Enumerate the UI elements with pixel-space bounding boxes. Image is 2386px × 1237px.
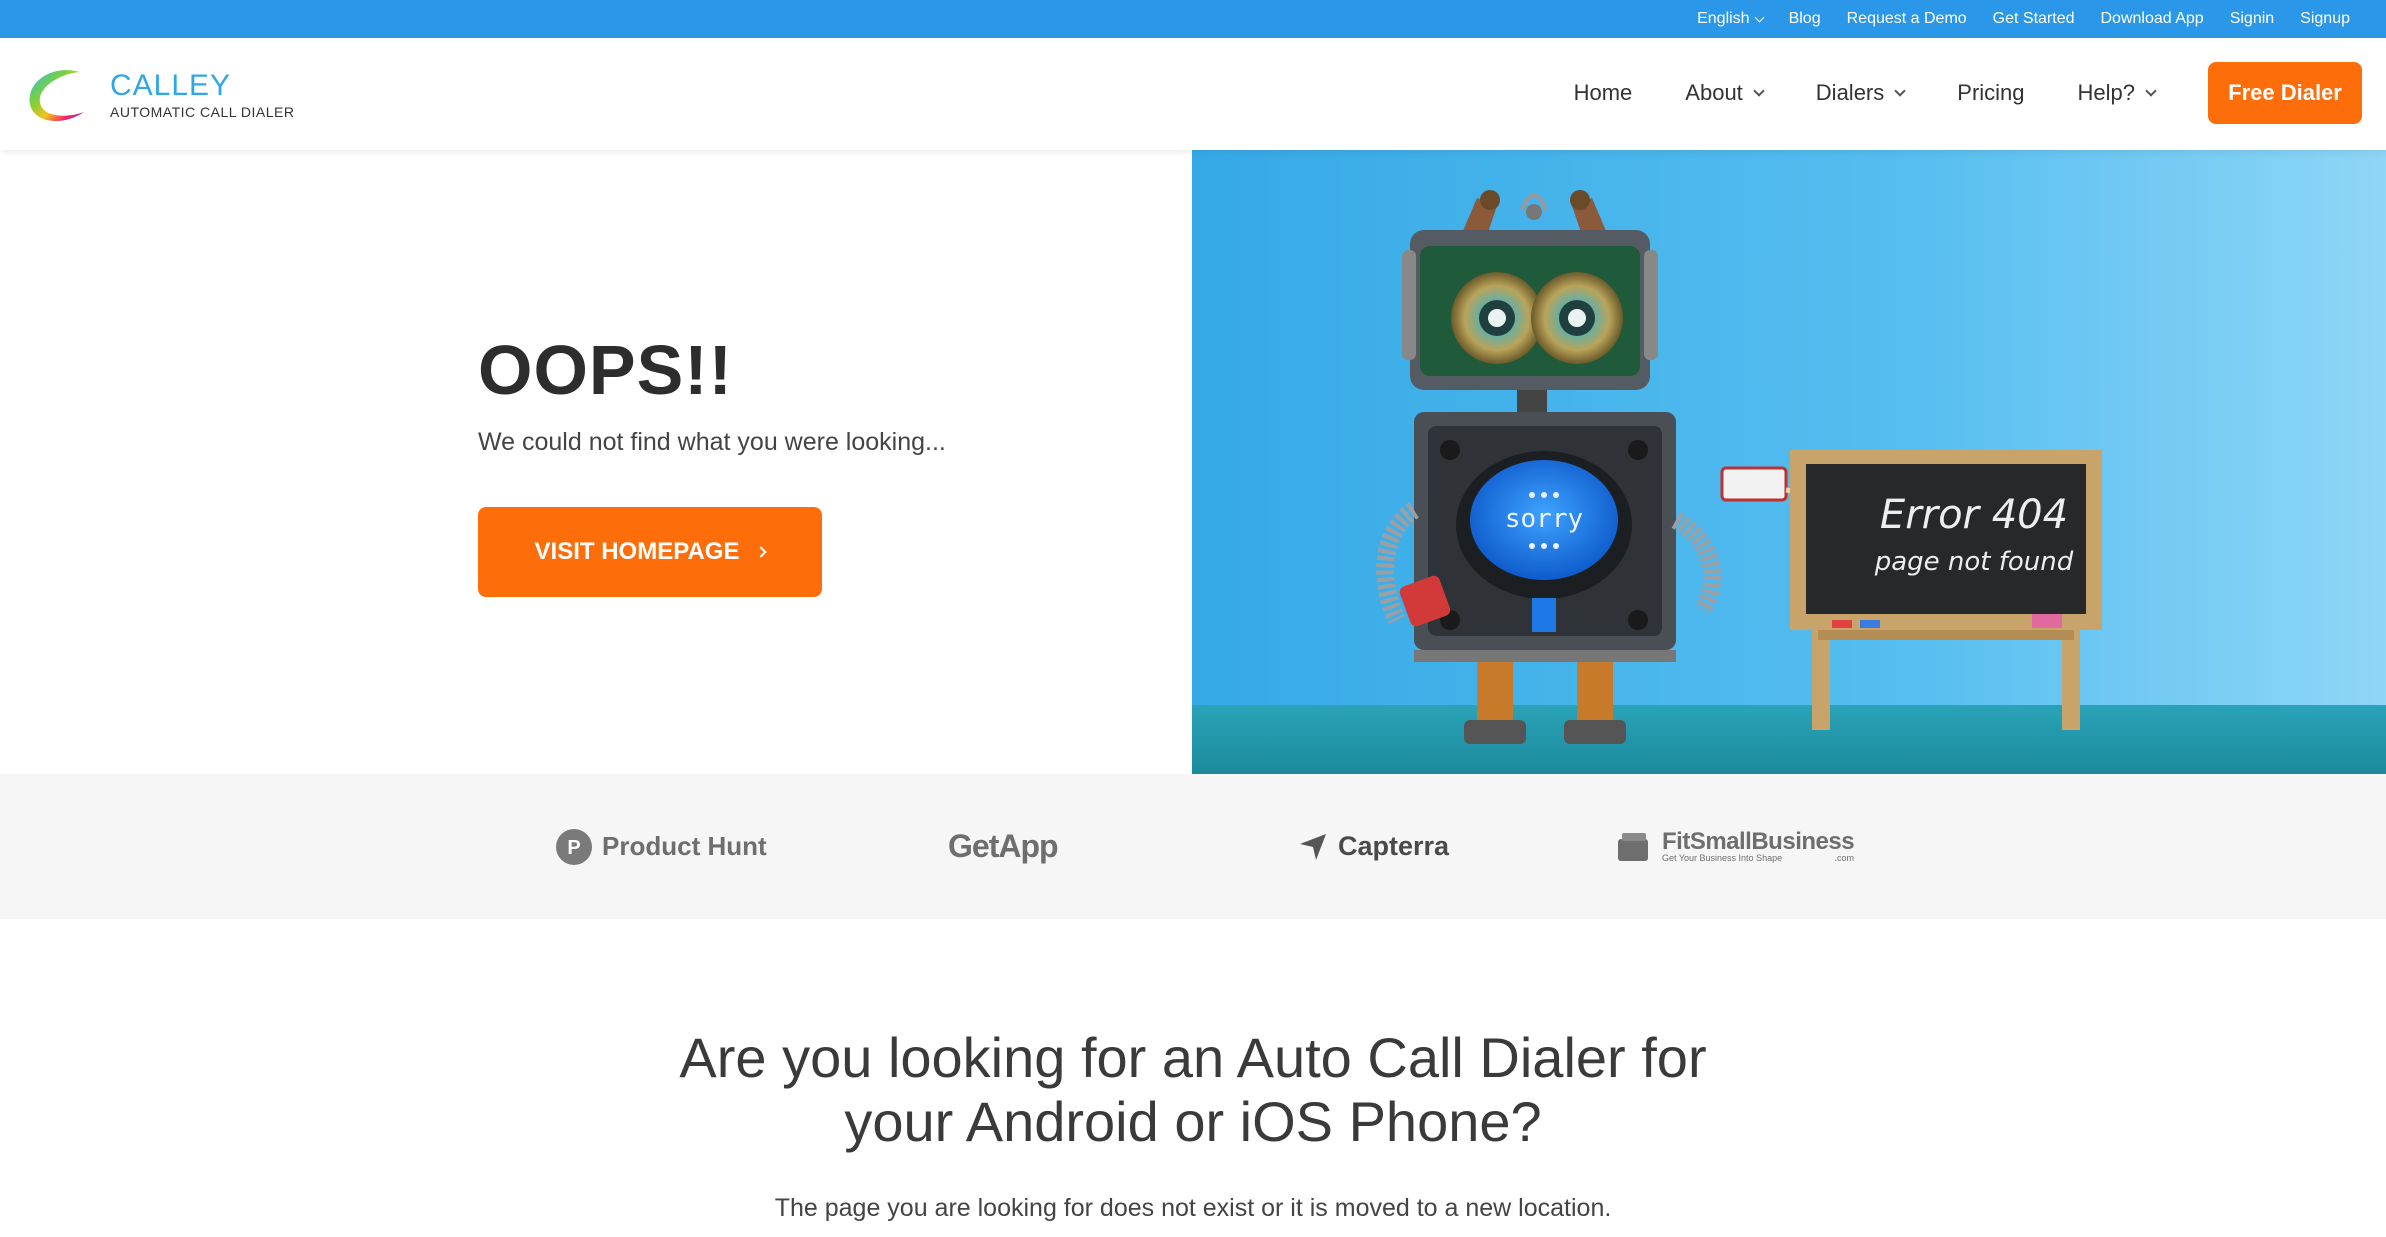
fitsmallbusiness-icon bbox=[1618, 832, 1648, 861]
nav-about[interactable]: About bbox=[1685, 80, 1765, 106]
capterra-text: Capterra bbox=[1338, 831, 1450, 861]
robot-screen-text: sorry bbox=[1505, 504, 1583, 534]
brand-tagline: AUTOMATIC CALL DIALER bbox=[110, 104, 295, 120]
error-subtitle: We could not find what you were looking.… bbox=[478, 428, 946, 456]
fitsmallbusiness-logo: FitSmallBusiness Get Your Business Into … bbox=[1616, 774, 1855, 919]
main-header: CALLEY AUTOMATIC CALL DIALER Home About … bbox=[0, 38, 2386, 150]
robot-illustration-svg: sorry Error 404 page not found bbox=[1192, 150, 2386, 774]
free-dialer-button[interactable]: Free Dialer bbox=[2208, 62, 2362, 124]
nav-pricing-label: Pricing bbox=[1957, 80, 2025, 105]
hero-section: OOPS!! We could not find what you were l… bbox=[0, 150, 1192, 774]
get-started-link[interactable]: Get Started bbox=[1993, 10, 2075, 28]
board-line2: page not found bbox=[1874, 547, 2074, 577]
robot-404-illustration: sorry Error 404 page not found bbox=[1192, 150, 2386, 774]
product-hunt-icon: P bbox=[556, 828, 592, 865]
getapp-text: GetApp bbox=[948, 828, 1059, 864]
fsb-text-group: FitSmallBusiness Get Your Business Into … bbox=[1662, 828, 1855, 863]
capterra-icon bbox=[1300, 833, 1326, 860]
top-utility-bar: English Blog Request a Demo Get Started … bbox=[0, 0, 2386, 38]
logo-text: CALLEY AUTOMATIC CALL DIALER bbox=[110, 69, 295, 121]
fsb-text: FitSmallBusiness bbox=[1662, 828, 1855, 855]
svg-text:P: P bbox=[567, 837, 580, 859]
robot-head bbox=[1402, 230, 1658, 390]
brand-name: CALLEY bbox=[110, 69, 232, 102]
robot-body: sorry bbox=[1414, 412, 1676, 662]
language-label: English bbox=[1697, 10, 1750, 27]
headline-line2: your Android or iOS Phone? bbox=[844, 1090, 1542, 1153]
nav-dialers[interactable]: Dialers bbox=[1815, 80, 1906, 106]
partner-logos-strip: P Product Hunt GetApp Capterra FitSmallB… bbox=[0, 774, 2386, 919]
chevron-down-icon bbox=[2145, 84, 2157, 97]
language-selector[interactable]: English bbox=[1697, 10, 1765, 28]
product-hunt-text: Product Hunt bbox=[602, 831, 767, 861]
headline-line1: Are you looking for an Auto Call Dialer … bbox=[679, 1026, 1707, 1089]
blog-link[interactable]: Blog bbox=[1789, 10, 1821, 28]
calley-logo[interactable]: CALLEY AUTOMATIC CALL DIALER bbox=[22, 60, 295, 130]
visit-homepage-label: VISIT HOMEPAGE bbox=[534, 538, 740, 565]
visit-homepage-button[interactable]: VISIT HOMEPAGE bbox=[478, 507, 822, 597]
nav-home-label: Home bbox=[1573, 80, 1633, 105]
nav-dialers-label: Dialers bbox=[1815, 80, 1885, 105]
fsb-domain: .com bbox=[1834, 853, 1855, 863]
signin-link[interactable]: Signin bbox=[2230, 10, 2274, 28]
chevron-down-icon bbox=[1894, 84, 1906, 97]
signup-link[interactable]: Signup bbox=[2300, 10, 2350, 28]
main-nav: Home About Dialers Pricing Help? Free Di… bbox=[1574, 62, 2362, 124]
nav-home[interactable]: Home bbox=[1574, 80, 1633, 106]
request-demo-link[interactable]: Request a Demo bbox=[1847, 10, 1967, 28]
nav-pricing[interactable]: Pricing bbox=[1957, 80, 2024, 106]
product-hunt-logo: P Product Hunt bbox=[556, 774, 767, 919]
chevron-down-icon bbox=[1754, 12, 1765, 22]
nav-about-label: About bbox=[1685, 80, 1743, 105]
section-headline: Are you looking for an Auto Call Dialer … bbox=[0, 1026, 2386, 1154]
chevron-right-icon bbox=[755, 546, 768, 558]
fsb-tagline-text: Get Your Business Into Shape bbox=[1662, 853, 1783, 863]
nav-help-label: Help? bbox=[2077, 80, 2135, 105]
fsb-tagline: Get Your Business Into Shape .com bbox=[1662, 854, 1854, 863]
calley-logo-icon bbox=[29, 70, 84, 122]
capterra-logo: Capterra bbox=[1298, 774, 1449, 919]
error-title: OOPS!! bbox=[478, 331, 733, 409]
getapp-logo: GetApp bbox=[948, 774, 1059, 919]
board-line1: Error 404 bbox=[1880, 492, 2068, 538]
top-links: English Blog Request a Demo Get Started … bbox=[1697, 0, 2350, 38]
download-app-link[interactable]: Download App bbox=[2101, 10, 2204, 28]
chevron-down-icon bbox=[1753, 84, 1765, 97]
section-description: The page you are looking for does not ex… bbox=[774, 1194, 1612, 1222]
nav-help[interactable]: Help? bbox=[2077, 80, 2157, 106]
